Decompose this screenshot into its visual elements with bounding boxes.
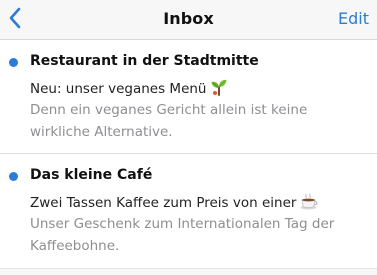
message-preview: Unser Geschenk zum Internationalen Tag d… [30, 216, 335, 254]
inbox-screen: Inbox Edit Restaurant in der Stadtmitte … [0, 0, 377, 275]
message-subject: Neu: unser veganes Menü [30, 81, 207, 97]
message-subject-line: Neu: unser veganes Menü [30, 78, 228, 100]
message-row[interactable]: Restaurant in der Stadtmitte Neu: unser … [0, 40, 377, 154]
list-footer [0, 269, 377, 275]
message-subject-line: Zwei Tassen Kaffee zum Preis von einer [30, 192, 318, 214]
message-row[interactable]: Das kleine Café Zwei Tassen Kaffee zum P… [0, 154, 377, 269]
message-sender: Restaurant in der Stadtmitte [30, 53, 259, 69]
message-sender: Das kleine Café [30, 167, 153, 183]
message-list: Restaurant in der Stadtmitte Neu: unser … [0, 40, 377, 269]
seedling-icon [210, 78, 228, 100]
navigation-bar: Inbox Edit [0, 0, 377, 40]
unread-indicator [9, 172, 18, 181]
message-preview: Denn ein veganes Gericht allein ist kein… [30, 102, 308, 140]
edit-button[interactable]: Edit [338, 9, 369, 28]
coffee-cup-icon [300, 192, 318, 214]
message-subject: Zwei Tassen Kaffee zum Preis von einer [30, 195, 297, 211]
page-title: Inbox [163, 9, 214, 28]
unread-indicator [9, 58, 18, 67]
